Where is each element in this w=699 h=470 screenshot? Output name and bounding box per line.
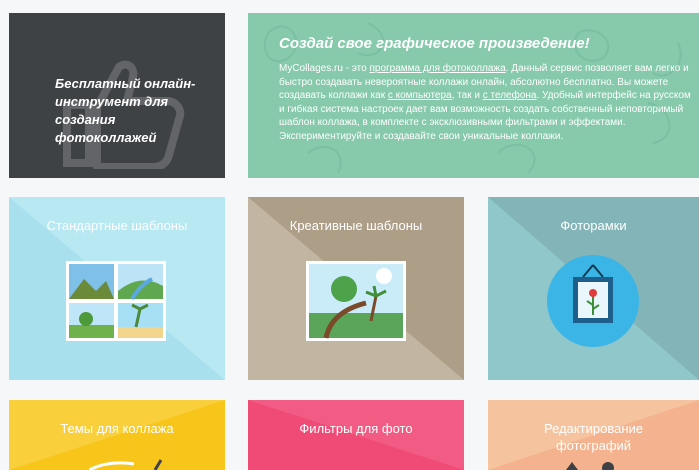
from-phone-link[interactable]: с телефона xyxy=(483,90,537,101)
card-title: Темы для коллажа xyxy=(60,421,174,436)
edit-tools-icon xyxy=(566,462,614,470)
collage-grid-icon xyxy=(66,261,166,341)
card-title: Стандартные шаблоны xyxy=(46,218,188,233)
card-collage-themes[interactable]: Темы для коллажа xyxy=(9,400,225,470)
card-photo-filters[interactable]: Фильтры для фото xyxy=(248,400,464,470)
card-photo-frames[interactable]: Фоторамки xyxy=(488,197,699,380)
intro-paragraph: MyCollages.ru - это программа для фотоко… xyxy=(279,63,691,142)
card-title: Фоторамки xyxy=(560,218,627,233)
card-photo-editing[interactable]: Редактирование фотографий xyxy=(488,400,699,470)
hero-tagline: Бесплатный онлайн- инструмент для создан… xyxy=(55,76,196,145)
card-title: Креативные шаблоны xyxy=(289,218,423,233)
card-standard-templates[interactable]: Стандартные шаблоны xyxy=(9,197,225,380)
intro-title: Создай свое графическое произведение! xyxy=(279,35,590,52)
intro-tile: Создай свое графическое произведение! My… xyxy=(248,13,699,178)
from-computer-link[interactable]: с компьютера xyxy=(388,90,452,101)
photo-icon xyxy=(306,261,406,341)
hero-tile: Бесплатный онлайн- инструмент для создан… xyxy=(9,13,225,178)
theme-icon xyxy=(89,459,163,470)
collage-program-link[interactable]: программа для фотоколлажа xyxy=(370,63,506,74)
card-title: Редактирование фотографий xyxy=(543,421,644,453)
card-creative-templates[interactable]: Креативные шаблоны xyxy=(248,197,464,380)
picture-frame-icon xyxy=(547,255,639,347)
card-title: Фильтры для фото xyxy=(299,421,413,436)
